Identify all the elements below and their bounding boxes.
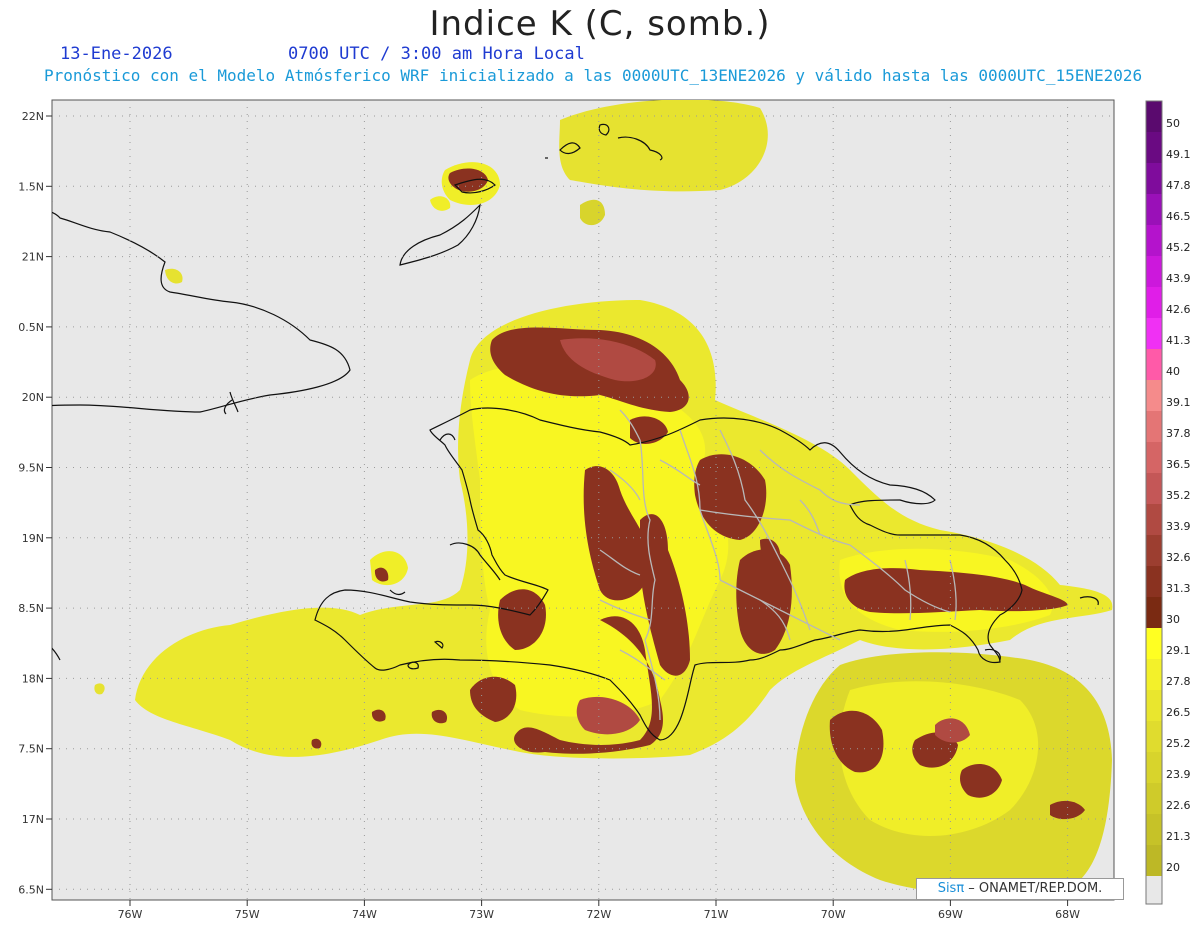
colorbar-swatch bbox=[1146, 721, 1162, 752]
lon-tick-label: 69W bbox=[938, 908, 963, 921]
colorbar-swatch bbox=[1146, 225, 1162, 256]
lat-tick-label: 6.5N bbox=[18, 883, 44, 896]
colorbar-label: 47.8 bbox=[1166, 179, 1191, 192]
lon-tick-label: 70W bbox=[821, 908, 846, 921]
colorbar-label: 42.6 bbox=[1166, 303, 1191, 316]
colorbar-swatch bbox=[1146, 287, 1162, 318]
lat-tick-label: 22N bbox=[22, 110, 44, 123]
lon-tick-label: 75W bbox=[235, 908, 260, 921]
lat-tick-label: 7.5N bbox=[18, 743, 44, 756]
lon-tick-label: 68W bbox=[1055, 908, 1080, 921]
lat-tick-label: 1.5N bbox=[18, 180, 44, 193]
lat-tick-label: 17N bbox=[22, 813, 44, 826]
credit-box: Sisπ – ONAMET/REP.DOM. bbox=[916, 878, 1124, 900]
lat-tick-label: 8.5N bbox=[18, 602, 44, 615]
colorbar-swatch bbox=[1146, 473, 1162, 504]
colorbar-swatch bbox=[1146, 628, 1162, 659]
colorbar-label: 43.9 bbox=[1166, 272, 1191, 285]
colorbar-swatch bbox=[1146, 318, 1162, 349]
lat-tick-label: 19N bbox=[22, 532, 44, 545]
colorbar-swatch bbox=[1146, 659, 1162, 690]
lon-tick-label: 76W bbox=[118, 908, 143, 921]
colorbar-swatch bbox=[1146, 566, 1162, 597]
colorbar-label: 23.9 bbox=[1166, 768, 1191, 781]
colorbar-label: 26.5 bbox=[1166, 706, 1191, 719]
colorbar-swatch bbox=[1146, 504, 1162, 535]
colorbar-swatch bbox=[1146, 783, 1162, 814]
colorbar-label: 41.3 bbox=[1166, 334, 1191, 347]
colorbar-label: 35.2 bbox=[1166, 489, 1191, 502]
colorbar-label: 25.2 bbox=[1166, 737, 1191, 750]
colorbar-below-range bbox=[1146, 876, 1162, 904]
colorbar-swatch bbox=[1146, 349, 1162, 380]
credit-text: – ONAMET/REP.DOM. bbox=[964, 881, 1103, 896]
lat-tick-label: 21N bbox=[22, 251, 44, 264]
colorbar-label: 36.5 bbox=[1166, 458, 1191, 471]
colorbar-label: 31.3 bbox=[1166, 582, 1191, 595]
colorbar-label: 39.1 bbox=[1166, 396, 1191, 409]
colorbar-label: 22.6 bbox=[1166, 799, 1191, 812]
colorbar-label: 21.3 bbox=[1166, 830, 1191, 843]
colorbar-swatch bbox=[1146, 256, 1162, 287]
lon-tick-label: 71W bbox=[704, 908, 729, 921]
colorbar-swatch bbox=[1146, 597, 1162, 628]
colorbar-swatch bbox=[1146, 411, 1162, 442]
lat-tick-label: 9.5N bbox=[18, 462, 44, 475]
lat-tick-label: 18N bbox=[22, 672, 44, 685]
colorbar-label: 29.1 bbox=[1166, 644, 1191, 657]
lon-tick-label: 72W bbox=[586, 908, 611, 921]
colorbar-swatch bbox=[1146, 814, 1162, 845]
colorbar-label: 20 bbox=[1166, 861, 1180, 874]
colorbar-label: 49.1 bbox=[1166, 148, 1191, 161]
lon-tick-label: 74W bbox=[352, 908, 377, 921]
colorbar-label: 37.8 bbox=[1166, 427, 1191, 440]
colorbar-swatch bbox=[1146, 690, 1162, 721]
colorbar-swatch bbox=[1146, 101, 1162, 132]
colorbar-label: 40 bbox=[1166, 365, 1180, 378]
colorbar-swatch bbox=[1146, 163, 1162, 194]
colorbar-swatch bbox=[1146, 535, 1162, 566]
colorbar: 50 49.1 47.8 46.5 45.2 43.9 42.6 41.3 40 39.1 37.8… bbox=[1145, 100, 1191, 905]
colorbar-swatch bbox=[1146, 194, 1162, 225]
colorbar-swatch bbox=[1146, 752, 1162, 783]
colorbar-swatch bbox=[1146, 442, 1162, 473]
colorbar-swatch bbox=[1146, 845, 1162, 876]
lon-tick-label: 73W bbox=[469, 908, 494, 921]
colorbar-label: 46.5 bbox=[1166, 210, 1191, 223]
k-index-map: 22N 1.5N 21N 0.5N 20N 9.5N 19N 8.5N 18N 7.5N 17N 6.… bbox=[18, 99, 1191, 921]
brand-logo: Sisπ bbox=[937, 881, 965, 896]
colorbar-swatch bbox=[1146, 380, 1162, 411]
colorbar-label: 33.9 bbox=[1166, 520, 1191, 533]
colorbar-label: 45.2 bbox=[1166, 241, 1191, 254]
lat-tick-label: 0.5N bbox=[18, 321, 44, 334]
colorbar-label: 50 bbox=[1166, 117, 1180, 130]
colorbar-swatch bbox=[1146, 132, 1162, 163]
colorbar-label: 30 bbox=[1166, 613, 1180, 626]
colorbar-label: 32.6 bbox=[1166, 551, 1191, 564]
lat-tick-label: 20N bbox=[22, 391, 44, 404]
colorbar-label: 27.8 bbox=[1166, 675, 1191, 688]
